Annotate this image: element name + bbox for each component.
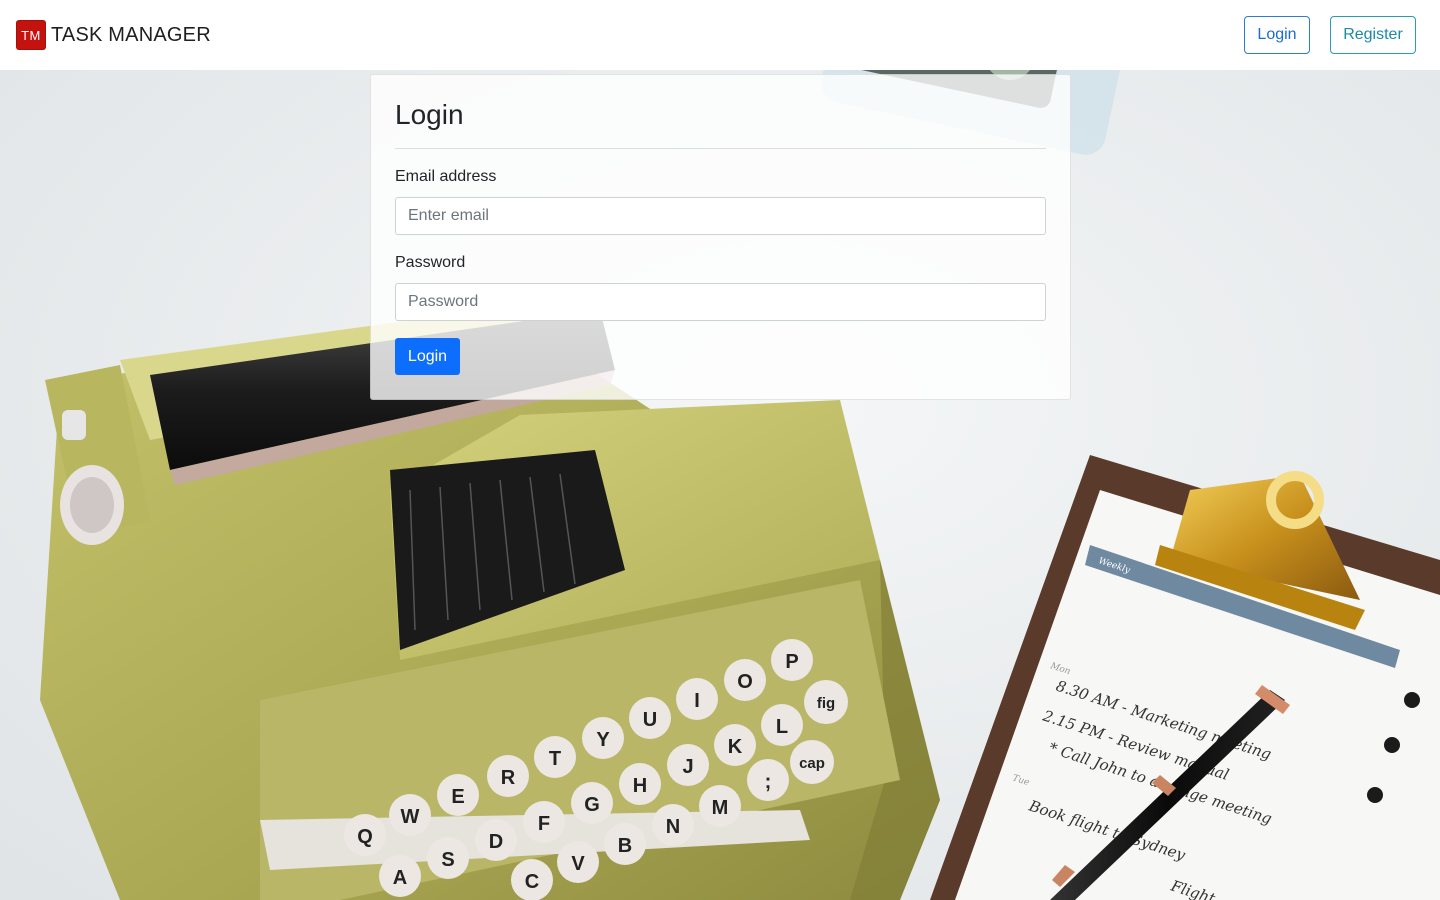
nav-login-button[interactable]: Login	[1244, 16, 1310, 54]
svg-text:G: G	[584, 794, 600, 816]
brand[interactable]: TM TASK MANAGER	[16, 20, 211, 50]
svg-text:U: U	[643, 709, 657, 731]
svg-text:;: ;	[765, 771, 772, 793]
svg-text:H: H	[633, 775, 647, 797]
login-title: Login	[395, 99, 464, 130]
svg-text:W: W	[401, 806, 420, 828]
svg-text:J: J	[682, 756, 693, 778]
login-submit-button[interactable]: Login	[395, 338, 460, 375]
svg-text:Y: Y	[596, 729, 610, 751]
email-input[interactable]	[395, 197, 1046, 235]
svg-text:E: E	[451, 786, 464, 808]
svg-text:B: B	[618, 835, 632, 857]
brand-name: TASK MANAGER	[51, 23, 211, 46]
svg-text:D: D	[489, 831, 503, 853]
svg-text:A: A	[393, 867, 407, 889]
login-card: Login Email address Password Login	[370, 74, 1071, 400]
svg-text:F: F	[538, 813, 550, 835]
password-label: Password	[395, 254, 466, 271]
svg-text:fig: fig	[817, 695, 835, 712]
brand-logo-icon: TM	[16, 20, 46, 50]
svg-text:O: O	[737, 671, 753, 693]
svg-text:N: N	[666, 816, 680, 838]
svg-text:L: L	[776, 716, 788, 738]
nav-register-button[interactable]: Register	[1330, 16, 1416, 54]
card-divider	[395, 148, 1046, 149]
top-navbar: TM TASK MANAGER Login Register	[0, 0, 1440, 70]
svg-text:I: I	[694, 690, 700, 712]
email-label: Email address	[395, 168, 497, 185]
svg-text:Q: Q	[357, 826, 373, 848]
svg-text:R: R	[501, 767, 516, 789]
svg-text:P: P	[785, 651, 798, 673]
svg-text:V: V	[571, 853, 585, 875]
svg-text:C: C	[525, 871, 539, 893]
svg-text:K: K	[728, 736, 743, 758]
svg-text:M: M	[712, 797, 729, 819]
svg-text:cap: cap	[799, 755, 825, 772]
password-input[interactable]	[395, 283, 1046, 321]
svg-text:S: S	[441, 849, 454, 871]
svg-text:T: T	[549, 748, 561, 770]
